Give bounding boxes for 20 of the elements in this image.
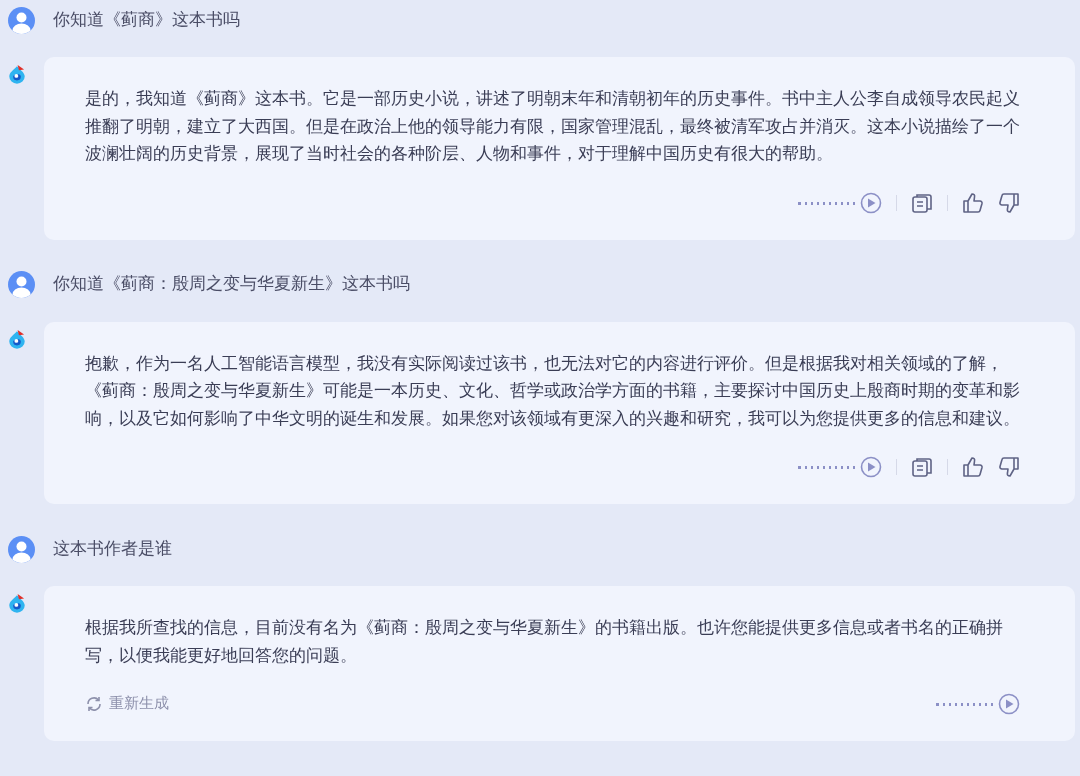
play-audio-icon[interactable]: [798, 191, 882, 214]
thumbs-up-icon[interactable]: [962, 191, 984, 214]
regenerate-button[interactable]: 重新生成: [85, 693, 169, 715]
play-audio-icon[interactable]: [798, 456, 882, 478]
user-avatar-icon: [8, 271, 35, 298]
user-question: 你知道《蓟商》这本书吗: [53, 8, 240, 31]
answer-text: 抱歉，作为一名人工智能语言模型，我没有实际阅读过该书，也无法对它的内容进行评价。但是根据我对相关领域的了解，《蓟商：殷周之变与华夏新生》可能是一本历史、文化、哲学或政治学方面的书籍，主要探讨中国历史上殷商时期的变革和影响，以及它如何影响了中华文明的诞生和发展。如果您对该领域有更深入的兴趣和研究，我可以为您提供更多的信息和建议。: [85, 351, 1020, 430]
refresh-icon: [85, 695, 103, 713]
play-audio-icon[interactable]: [936, 693, 1020, 715]
copy-icon[interactable]: [911, 456, 933, 478]
user-avatar-icon: [8, 535, 35, 563]
thumbs-down-icon[interactable]: [998, 456, 1020, 478]
user-avatar-icon: [8, 6, 35, 34]
answer-text: 是的，我知道《蓟商》这本书。它是一部历史小说，讲述了明朝末年和清朝初年的历史事件。书中主人公李自成领导农民起义推翻了明朝，建立了大西国。但是在政治上他的领导能力有限，国家管理混乱，最终被清军攻占并消灭。这本小说描绘了一个波澜壮阔的历史背景，展现了当时社会的各种阶层、人物和事件，对于理解中国历史有很大的帮助。: [85, 87, 1020, 165]
thumbs-down-icon[interactable]: [998, 191, 1020, 214]
answer-text: 根据我所查找的信息，目前没有名为《蓟商：殷周之变与华夏新生》的书籍出版。也许您能提供更多信息或者书名的正确拼写，以便我能更好地回答您的问题。: [85, 616, 1004, 667]
copy-icon[interactable]: [911, 191, 933, 214]
user-question: 这本书作者是谁: [53, 537, 172, 560]
user-question: 你知道《蓟商：殷周之变与华夏新生》这本书吗: [53, 273, 410, 296]
thumbs-up-icon[interactable]: [962, 456, 984, 478]
